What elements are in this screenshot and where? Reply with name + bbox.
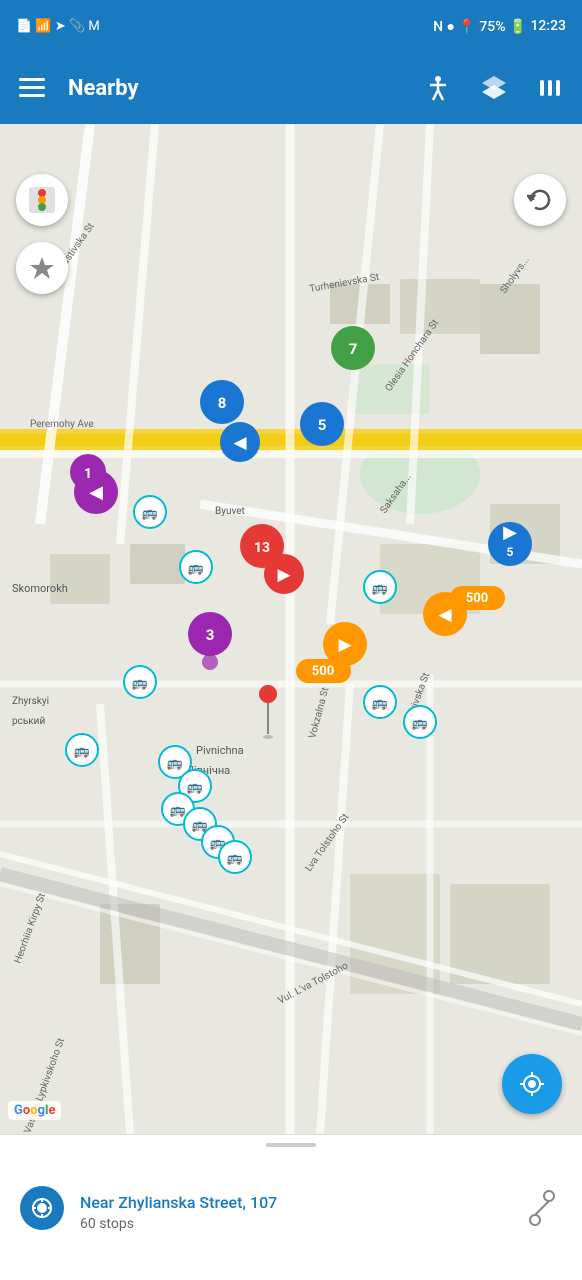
svg-text:Byuvet: Byuvet bbox=[215, 506, 245, 517]
svg-text:🚌: 🚌 bbox=[170, 803, 186, 818]
svg-text:🚌: 🚌 bbox=[142, 506, 158, 521]
location-info: Near Zhylianska Street, 107 60 stops bbox=[80, 1193, 506, 1232]
svg-text:🚌: 🚌 bbox=[132, 676, 148, 691]
svg-text:▶: ▶ bbox=[503, 522, 517, 543]
svg-text:🚌: 🚌 bbox=[372, 581, 388, 596]
status-time: 12:23 bbox=[530, 18, 566, 34]
status-indicators: N ● 📍 75% 🔋 bbox=[433, 18, 526, 35]
svg-text:1: 1 bbox=[84, 466, 92, 482]
svg-text:5: 5 bbox=[507, 545, 514, 559]
drag-handle[interactable] bbox=[266, 1143, 316, 1147]
my-location-button[interactable] bbox=[502, 1054, 562, 1114]
svg-text:5: 5 bbox=[318, 416, 327, 434]
favorites-button[interactable] bbox=[16, 242, 68, 294]
svg-text:◀: ◀ bbox=[233, 433, 247, 453]
stops-count: 60 stops bbox=[80, 1216, 506, 1232]
status-icons: 📄 📶 ➤ 📎 M bbox=[16, 19, 100, 34]
svg-text:Peremohy Ave: Peremohy Ave bbox=[30, 419, 94, 430]
street-address: Near Zhylianska Street, 107 bbox=[80, 1193, 506, 1212]
svg-text:3: 3 bbox=[206, 626, 215, 644]
filter-button[interactable] bbox=[530, 68, 570, 108]
google-logo: Google bbox=[8, 1101, 61, 1120]
app-title: Nearby bbox=[68, 76, 402, 101]
near-label: Near bbox=[80, 1193, 118, 1212]
status-left-icons: 📄 📶 ➤ 📎 M bbox=[16, 19, 100, 34]
route-button[interactable] bbox=[522, 1188, 562, 1228]
svg-text:Zhyrskyi: Zhyrskyi bbox=[12, 696, 49, 707]
svg-text:🚌: 🚌 bbox=[187, 780, 203, 795]
status-right: N ● 📍 75% 🔋 12:23 bbox=[433, 18, 566, 35]
accessibility-button[interactable] bbox=[418, 68, 458, 108]
svg-text:◀: ◀ bbox=[438, 605, 452, 625]
svg-text:▶: ▶ bbox=[277, 565, 291, 585]
bottom-panel: Near Zhylianska Street, 107 60 stops bbox=[0, 1134, 582, 1280]
svg-text:500: 500 bbox=[466, 591, 488, 606]
svg-text:500: 500 bbox=[312, 664, 334, 679]
svg-text:🚌: 🚌 bbox=[74, 744, 90, 759]
svg-text:Pivnichna: Pivnichna bbox=[196, 744, 244, 757]
svg-text:🚌: 🚌 bbox=[412, 716, 428, 731]
app-bar: Nearby bbox=[0, 52, 582, 124]
svg-text:🚌: 🚌 bbox=[372, 696, 388, 711]
svg-text:13: 13 bbox=[254, 540, 270, 556]
svg-text:▶: ▶ bbox=[338, 635, 352, 655]
svg-text:🚌: 🚌 bbox=[167, 756, 183, 771]
svg-text:🚌: 🚌 bbox=[227, 851, 243, 866]
layers-button[interactable] bbox=[474, 68, 514, 108]
svg-text:8: 8 bbox=[218, 394, 227, 412]
street-name: Zhylianska Street, 107 bbox=[118, 1193, 277, 1212]
map-view[interactable]: Zolotoustivska St Turhenievska St Sholyv… bbox=[0, 124, 582, 1134]
location-indicator bbox=[20, 1186, 64, 1230]
refresh-button[interactable] bbox=[514, 174, 566, 226]
traffic-button[interactable] bbox=[16, 174, 68, 226]
map-svg: Zolotoustivska St Turhenievska St Sholyv… bbox=[0, 124, 582, 1134]
svg-text:Skomorokh: Skomorokh bbox=[12, 582, 68, 595]
svg-text:🚌: 🚌 bbox=[188, 561, 204, 576]
svg-text:рський: рський bbox=[12, 716, 45, 727]
svg-text:7: 7 bbox=[349, 340, 358, 358]
menu-button[interactable] bbox=[12, 68, 52, 108]
status-bar: 📄 📶 ➤ 📎 M N ● 📍 75% 🔋 12:23 bbox=[0, 0, 582, 52]
